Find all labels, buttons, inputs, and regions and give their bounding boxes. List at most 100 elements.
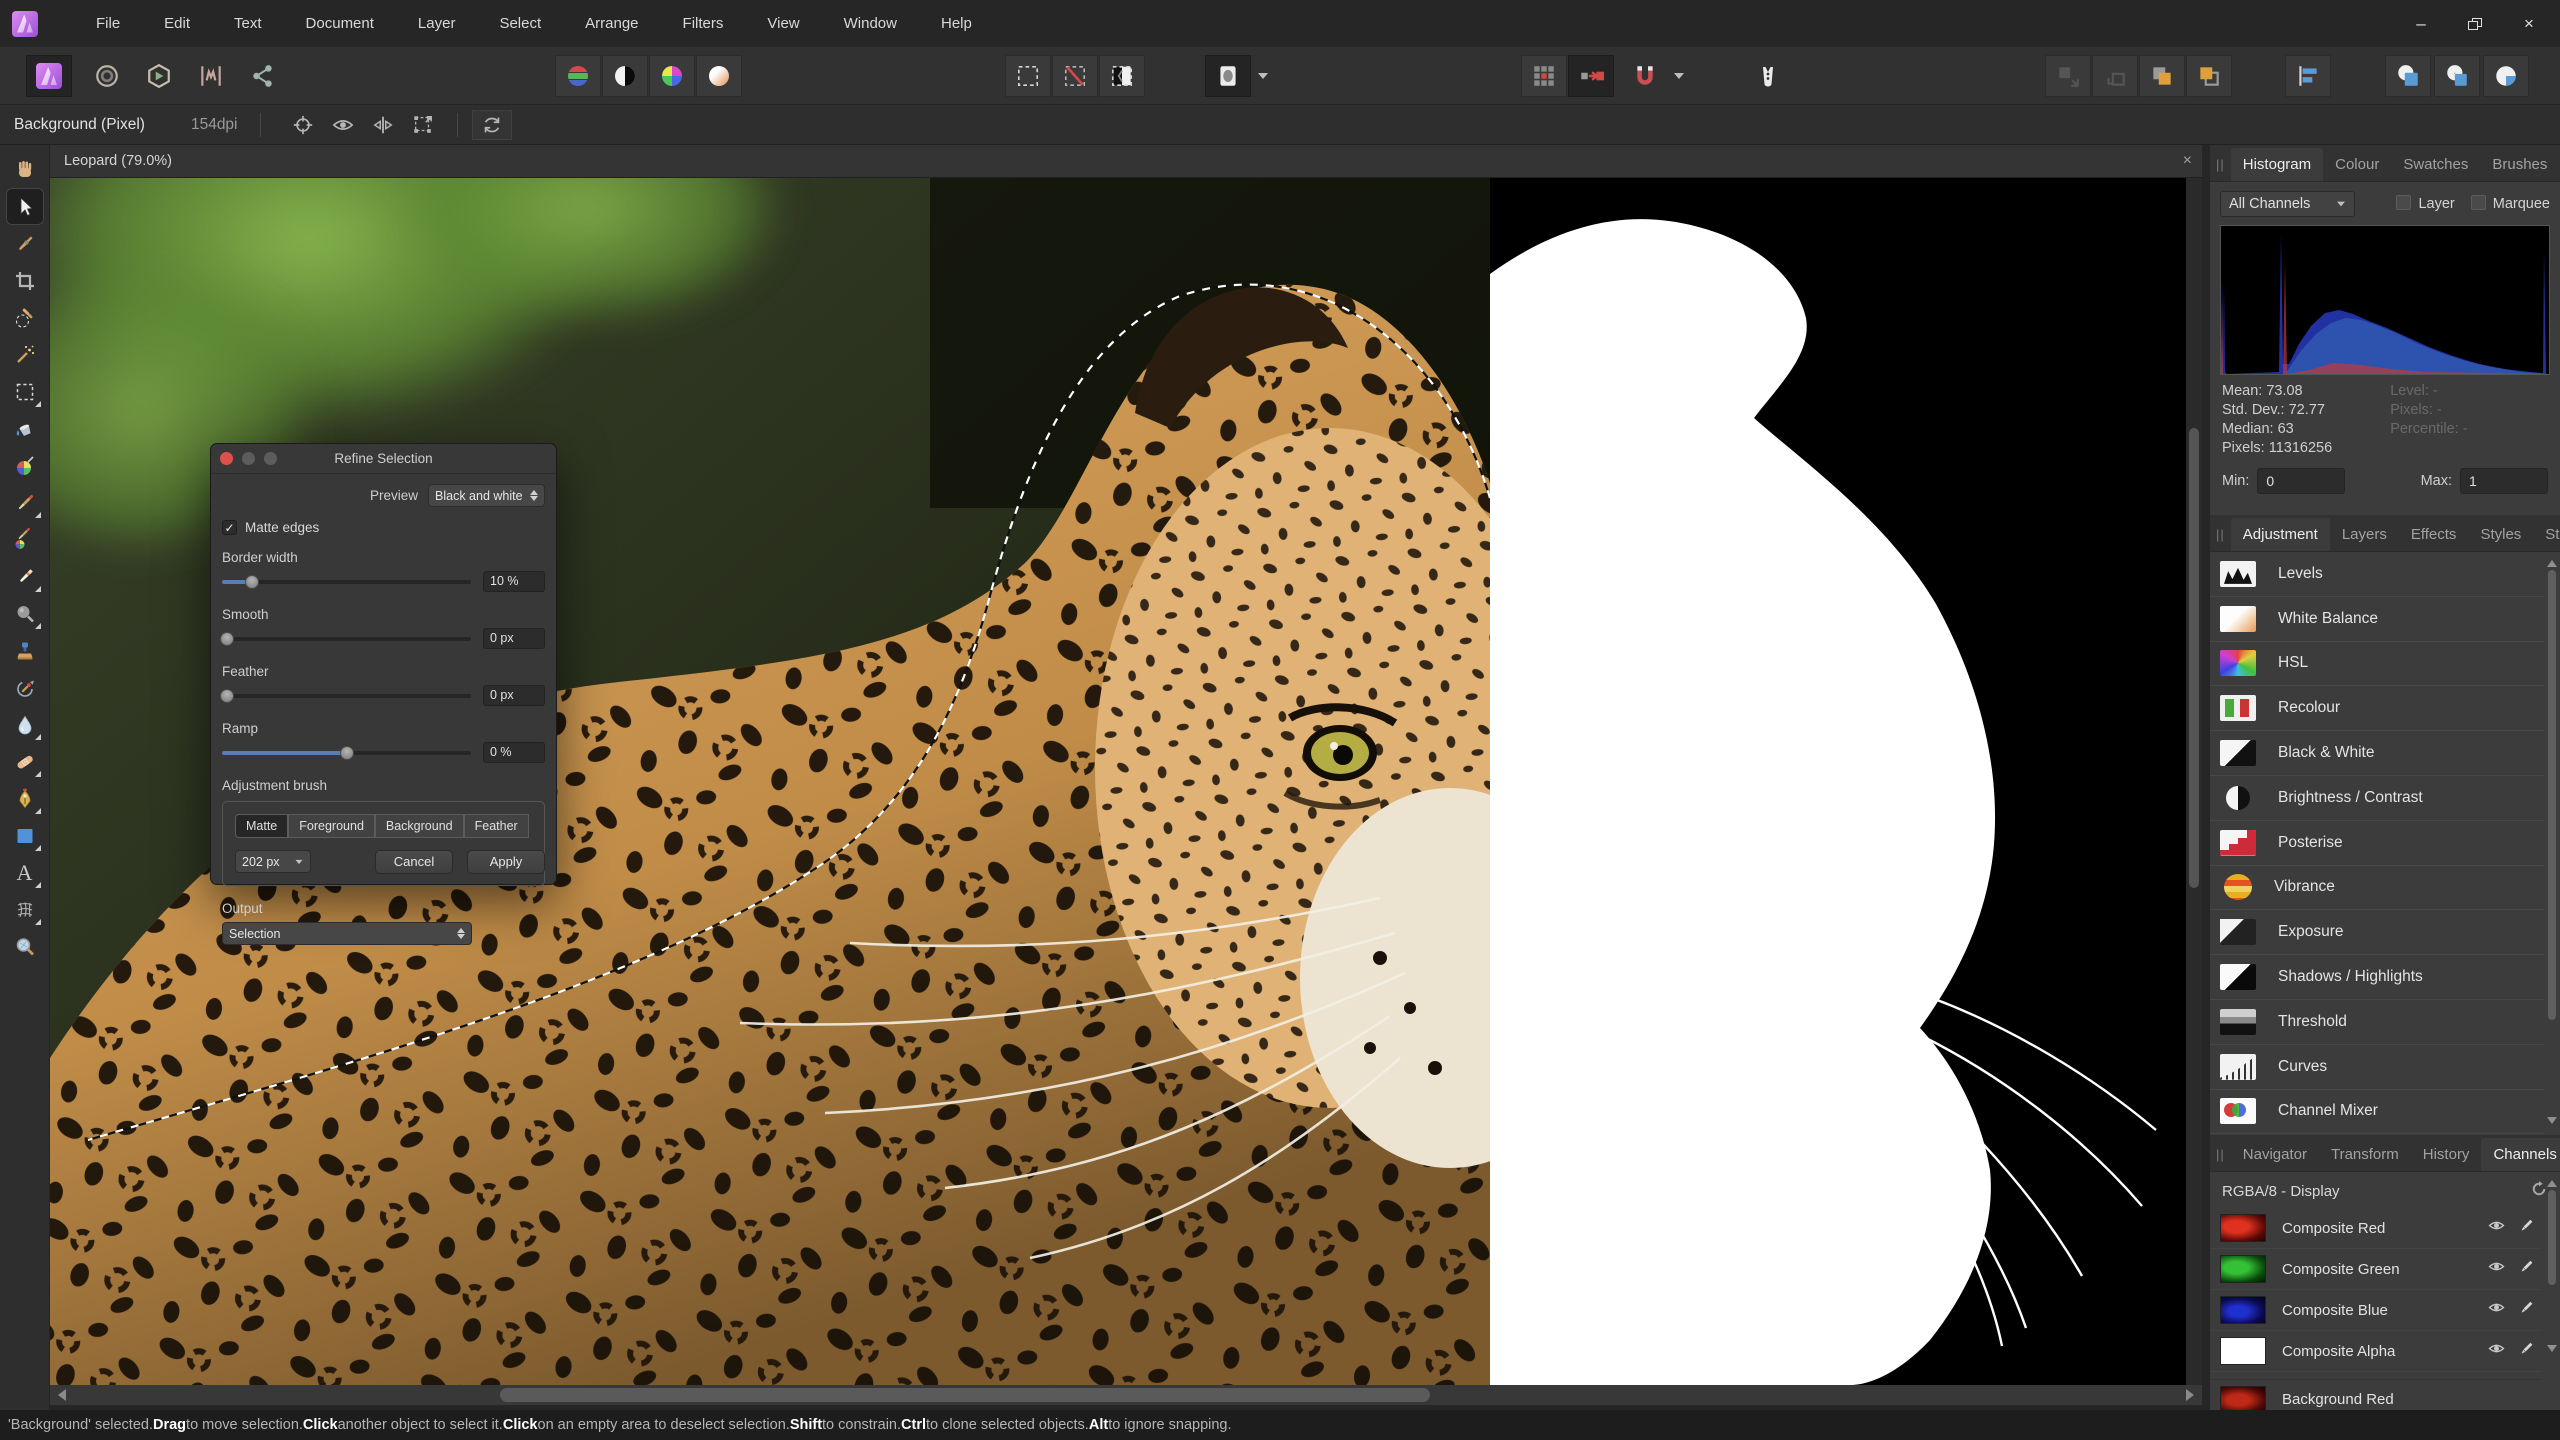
menu-item[interactable]: Filters (661, 9, 746, 38)
auto-levels-icon[interactable] (555, 55, 601, 97)
adjustment-item[interactable]: Vibrance (2210, 866, 2544, 911)
dialog-title-bar[interactable]: Refine Selection (211, 444, 556, 474)
adjustment-item[interactable]: HSL (2210, 642, 2544, 687)
marquee-select-tool[interactable] (6, 373, 44, 410)
channel-edit-pencil-icon[interactable] (2518, 1218, 2534, 1239)
brush-mode-button[interactable]: Matte (235, 814, 289, 838)
adjustment-item[interactable]: Levels (2210, 552, 2544, 597)
deselect-icon[interactable] (1052, 55, 1098, 97)
channel-visibility-eye-icon[interactable] (2487, 1259, 2506, 1280)
channel-row[interactable]: Background Red (2210, 1379, 2542, 1410)
panel-tab[interactable]: Swatches (2391, 148, 2480, 181)
restore-icon[interactable] (2468, 17, 2482, 30)
adjustment-item[interactable]: Black & White (2210, 731, 2544, 776)
brush-mode-button[interactable]: Feather (463, 814, 529, 838)
adjustment-item[interactable]: Shadows / Highlights (2210, 955, 2544, 1000)
panel-tab[interactable]: Colour (2323, 148, 2391, 181)
panel-grip-icon[interactable]: || (2216, 1147, 2225, 1162)
preview-dropdown[interactable]: Black and white (428, 484, 545, 507)
matte-edges-checkbox[interactable]: ✓ (222, 520, 237, 535)
channel-visibility-eye-icon[interactable] (2487, 1300, 2506, 1321)
marquee-checkbox[interactable] (2470, 195, 2486, 210)
smooth-value[interactable]: 0 px (483, 628, 545, 649)
scroll-down-icon[interactable] (2547, 1117, 2557, 1124)
panel-tab[interactable]: Adjustment (2230, 518, 2330, 551)
mesh-warp-tool[interactable] (6, 891, 44, 928)
panel-grip-icon[interactable]: || (2216, 527, 2225, 542)
move-to-back-icon[interactable] (2186, 55, 2232, 97)
channel-edit-pencil-icon[interactable] (2518, 1259, 2534, 1280)
channel-row[interactable]: Composite Alpha (2210, 1331, 2542, 1372)
brush-mode-button[interactable]: Background (374, 814, 464, 838)
tab-close-icon[interactable]: × (2183, 152, 2192, 170)
ramp-value[interactable]: 0 % (483, 742, 545, 763)
clone-brush-tool[interactable] (6, 632, 44, 669)
adjustment-scrollbar[interactable] (2546, 557, 2558, 1129)
colour-picker-tool[interactable] (6, 225, 44, 262)
panel-tab[interactable]: Channels (2481, 1138, 2560, 1171)
panel-tab[interactable]: Stock (2533, 518, 2560, 551)
panel-tab[interactable]: Effects (2399, 518, 2469, 551)
rotate-icon[interactable] (471, 109, 512, 140)
output-dropdown[interactable]: Selection (222, 922, 472, 945)
pen-tool[interactable] (6, 780, 44, 817)
quick-mask-icon[interactable] (1205, 55, 1251, 97)
adjustment-item[interactable]: White Balance (2210, 597, 2544, 642)
geometry-subtract-icon[interactable] (2434, 55, 2480, 97)
channel-visibility-eye-icon[interactable] (2487, 1341, 2506, 1362)
menu-item[interactable]: Arrange (563, 9, 660, 38)
scroll-up-icon[interactable] (2547, 560, 2557, 567)
channel-edit-pencil-icon[interactable] (2518, 1300, 2534, 1321)
menu-item[interactable]: View (745, 9, 821, 38)
quick-mask-dropdown-icon[interactable] (1252, 55, 1274, 97)
brush-size-dropdown[interactable]: 202 px (235, 850, 311, 873)
healing-brush-tool[interactable] (6, 743, 44, 780)
vertical-scrollbar-thumb[interactable] (2189, 428, 2199, 888)
adjustment-item[interactable]: Curves (2210, 1045, 2544, 1090)
flood-fill-tool[interactable] (6, 410, 44, 447)
geometry-divide-icon[interactable] (2483, 55, 2529, 97)
panel-tab[interactable]: History (2411, 1138, 2482, 1171)
border-width-value[interactable]: 10 % (483, 571, 545, 592)
cancel-button[interactable]: Cancel (375, 850, 453, 874)
snapping-dropdown-icon[interactable] (1668, 55, 1690, 97)
panel-tab[interactable]: Navigator (2231, 1138, 2319, 1171)
pixel-grid-icon[interactable] (1521, 55, 1567, 97)
channels-scrollbar[interactable] (2546, 1177, 2558, 1407)
menu-item[interactable]: Layer (396, 9, 478, 38)
photo-persona-icon[interactable] (26, 55, 72, 97)
max-input[interactable]: 1 (2460, 468, 2548, 494)
channel-edit-pencil-icon[interactable] (2518, 1341, 2534, 1362)
channel-visibility-eye-icon[interactable] (2487, 1218, 2506, 1239)
panel-tab[interactable]: Layers (2330, 518, 2399, 551)
adjustment-item[interactable]: Posterise (2210, 821, 2544, 866)
menu-item[interactable]: Help (919, 9, 994, 38)
horizontal-scrollbar[interactable] (50, 1385, 2202, 1405)
scroll-left-icon[interactable] (58, 1389, 66, 1401)
snapping-magnet-icon[interactable] (1622, 55, 1668, 97)
adjustment-scrollbar-thumb[interactable] (2548, 570, 2556, 1020)
view-tool[interactable] (6, 151, 44, 188)
gradient-tool[interactable] (6, 447, 44, 484)
develop-persona-icon[interactable] (136, 55, 182, 97)
adjustment-item[interactable]: Brightness / Contrast (2210, 776, 2544, 821)
channel-row[interactable]: Composite Blue (2210, 1290, 2542, 1331)
ramp-slider[interactable] (222, 745, 471, 760)
alignment-icon[interactable] (2285, 55, 2331, 97)
menu-item[interactable]: File (74, 9, 142, 38)
border-width-slider[interactable] (222, 574, 471, 589)
panel-tab[interactable]: Histogram (2230, 148, 2324, 181)
channel-filter-dropdown[interactable]: All Channels (2220, 191, 2355, 217)
artistic-text-tool[interactable]: A (6, 854, 44, 891)
document-tab[interactable]: Leopard (79.0%) (64, 153, 172, 169)
paint-brush-tool[interactable] (6, 484, 44, 521)
minimize-icon[interactable]: – (2408, 14, 2434, 34)
adjustment-item[interactable]: Threshold (2210, 1000, 2544, 1045)
snap-target-icon[interactable] (283, 110, 323, 140)
flood-select-tool[interactable] (6, 336, 44, 373)
crop-tool[interactable] (6, 262, 44, 299)
menu-item[interactable]: Edit (142, 9, 212, 38)
channel-row[interactable]: Composite Red (2210, 1208, 2542, 1249)
liquify-persona-icon[interactable] (84, 55, 130, 97)
paint-mixer-brush-tool[interactable] (6, 669, 44, 706)
